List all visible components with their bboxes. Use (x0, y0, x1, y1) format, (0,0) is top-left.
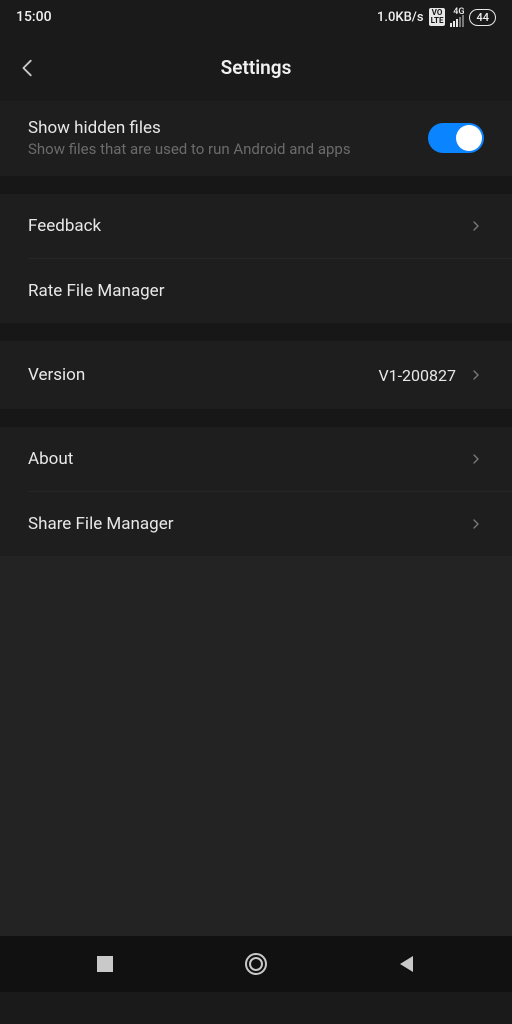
row-subtitle: Show files that are used to run Android … (28, 140, 351, 158)
chevron-right-icon (468, 218, 484, 234)
back-button[interactable] (8, 48, 48, 88)
nav-home-button[interactable] (226, 944, 286, 984)
circle-icon (243, 951, 269, 977)
row-title: Share File Manager (28, 514, 173, 534)
battery-icon: 44 (469, 9, 496, 26)
version-value: V1-200827 (378, 366, 456, 385)
nav-back-button[interactable] (377, 944, 437, 984)
square-icon (96, 955, 114, 973)
row-rate[interactable]: Rate File Manager (0, 259, 512, 323)
toggle-hidden-files[interactable] (428, 123, 484, 153)
chevron-left-icon (17, 57, 39, 79)
row-share[interactable]: Share File Manager (0, 492, 512, 556)
status-time: 15:00 (16, 9, 52, 25)
triangle-left-icon (397, 954, 417, 974)
row-version[interactable]: Version V1-200827 (0, 341, 512, 409)
chevron-right-icon (468, 516, 484, 532)
row-title: Rate File Manager (28, 281, 164, 301)
volte-icon: VO LTE (429, 8, 446, 26)
page-title: Settings (0, 56, 512, 79)
row-title: Feedback (28, 216, 101, 236)
toggle-knob (456, 125, 482, 151)
chevron-right-icon (468, 451, 484, 467)
row-title: Show hidden files (28, 118, 351, 138)
chevron-right-icon (468, 367, 484, 383)
app-header: Settings (0, 34, 512, 102)
row-about[interactable]: About (0, 427, 512, 491)
empty-area (0, 556, 512, 936)
row-show-hidden-files[interactable]: Show hidden files Show files that are us… (0, 102, 512, 176)
row-title: Version (28, 365, 85, 385)
row-feedback[interactable]: Feedback (0, 194, 512, 258)
status-net-speed: 1.0KB/s (377, 10, 424, 25)
navigation-bar (0, 936, 512, 992)
row-title: About (28, 449, 73, 469)
status-bar: 15:00 1.0KB/s VO LTE 4G 44 (0, 0, 512, 34)
signal-icon (450, 15, 464, 27)
nav-recents-button[interactable] (75, 944, 135, 984)
